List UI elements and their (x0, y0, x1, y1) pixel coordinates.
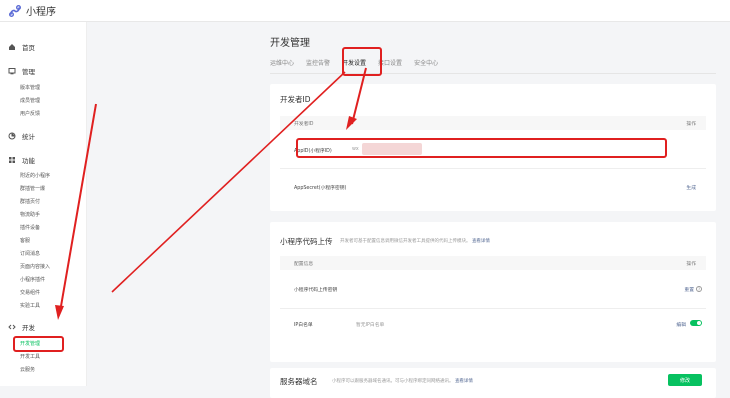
details-link[interactable]: 查看详情 (455, 379, 473, 384)
sidebar-item-lab[interactable]: 实验工具 (20, 302, 40, 309)
sidebar-item-customer-service[interactable]: 客服 (20, 237, 30, 244)
sidebar-item-plugins[interactable]: 小程序插件 (20, 276, 45, 283)
column-header: 开发者ID (294, 122, 314, 127)
tab-ops[interactable]: 运维中心 (270, 58, 294, 74)
generate-secret-link[interactable]: 生成 (686, 184, 696, 191)
column-header: 配置信息 (294, 262, 314, 267)
home-icon (9, 44, 15, 50)
sidebar-item-members[interactable]: 成员管理 (20, 97, 40, 104)
sidebar-section-manage[interactable]: 管理 (8, 66, 35, 76)
sidebar-item-subscribe-msg[interactable]: 订阅消息 (20, 250, 40, 257)
code-icon (8, 324, 16, 330)
page-title: 开发管理 (270, 38, 310, 49)
sidebar-item-feature-2[interactable]: 群插管一爆 (20, 185, 45, 192)
sidebar-item-nearby[interactable]: 附近的小程序 (20, 172, 50, 179)
highlight-box-sidebar (13, 336, 64, 352)
table-header: 配置信息 操作 (280, 256, 706, 270)
top-bar: 小程序 (0, 0, 730, 22)
reset-key-link[interactable]: 重置 (684, 288, 694, 293)
description-text: 小程序可以跟服务器域名通讯。可与小程序绑定同网络通讯。 (332, 379, 454, 384)
sidebar-section-features[interactable]: 功能 (8, 155, 35, 165)
sidebar-item-home[interactable]: 首页 (8, 42, 35, 52)
sidebar-item-logistics[interactable]: 物流助手 (20, 211, 40, 218)
tab-monitor[interactable]: 监控告警 (306, 58, 330, 74)
card-title: 服务器域名 (280, 377, 318, 386)
sidebar-section-label: 功能 (22, 157, 35, 165)
sidebar-item-cloud[interactable]: 云服务 (20, 366, 35, 373)
column-header: 操作 (686, 262, 696, 267)
card-code-upload: 小程序代码上传 开发者可基于配置信息调用微信开发者工具提供的代码上传模块。 查看… (270, 222, 716, 362)
appsecret-label: AppSecret(小程序密钥) (294, 186, 347, 191)
highlight-box-appid (296, 138, 667, 158)
tab-security[interactable]: 安全中心 (414, 58, 438, 74)
sidebar-item-plugin-device[interactable]: 插件设备 (20, 224, 40, 231)
sidebar-item-feature-3[interactable]: 群插页付 (20, 198, 40, 205)
help-icon[interactable]: ? (696, 286, 702, 292)
sidebar-item-label: 首页 (22, 44, 35, 52)
upload-key-label: 小程序代码上传密钥 (294, 288, 338, 293)
highlight-box-tab (342, 47, 382, 76)
card-title: 开发者ID (280, 95, 311, 104)
edit-whitelist-link[interactable]: 编辑 (676, 321, 686, 328)
sidebar-section-label: 管理 (22, 68, 35, 76)
reset-key-action[interactable]: 重置? (684, 286, 702, 293)
sidebar: 首页 管理 版本管理 成员管理 用户反馈 统计 功能 附近的小程序 群插管一爆 … (0, 22, 87, 386)
row-divider (280, 168, 706, 169)
table-header: 开发者ID 操作 (280, 116, 706, 130)
mini-program-logo-icon (9, 4, 21, 17)
stats-icon (8, 132, 16, 140)
card-server-domain: 服务器域名 小程序可以跟服务器域名通讯。可与小程序绑定同网络通讯。 查看详情 修… (270, 368, 716, 398)
card-title: 小程序代码上传 (280, 237, 333, 246)
sidebar-section-label: 开发 (22, 324, 35, 332)
card-description: 开发者可基于配置信息调用微信开发者工具提供的代码上传模块。 查看详情 (340, 238, 490, 244)
sidebar-section-label: 统计 (22, 133, 35, 141)
row-divider (280, 308, 706, 309)
description-text: 开发者可基于配置信息调用微信开发者工具提供的代码上传模块。 (340, 239, 471, 244)
tab-divider (270, 73, 716, 74)
card-developer-id: 开发者ID 开发者ID 操作 AppID(小程序ID) wx AppSecret… (270, 84, 716, 211)
app-title: 小程序 (26, 7, 56, 18)
details-link[interactable]: 查看详情 (472, 239, 490, 244)
sidebar-item-feedback[interactable]: 用户反馈 (20, 110, 40, 117)
modify-button[interactable]: 修改 (668, 374, 702, 386)
card-description: 小程序可以跟服务器域名通讯。可与小程序绑定同网络通讯。 查看详情 (332, 378, 473, 384)
sidebar-item-version[interactable]: 版本管理 (20, 84, 40, 91)
main-content: 开发管理 运维中心 监控告警 开发设置 接口设置 安全中心 开发者ID 开发者I… (256, 22, 730, 398)
sidebar-section-stats[interactable]: 统计 (8, 131, 35, 141)
sidebar-section-dev[interactable]: 开发 (8, 322, 35, 332)
manage-icon (8, 68, 16, 75)
sidebar-item-dev-tools[interactable]: 开发工具 (20, 353, 40, 360)
whitelist-toggle[interactable] (690, 320, 702, 326)
ip-whitelist-label: IP白名单 (294, 323, 313, 328)
sidebar-item-trade[interactable]: 交易组件 (20, 289, 40, 296)
ip-whitelist-value: 暂无IP白名单 (356, 323, 385, 328)
column-header: 操作 (686, 122, 696, 127)
features-icon (9, 157, 15, 163)
sidebar-item-page-content[interactable]: 页面内容接入 (20, 263, 50, 270)
